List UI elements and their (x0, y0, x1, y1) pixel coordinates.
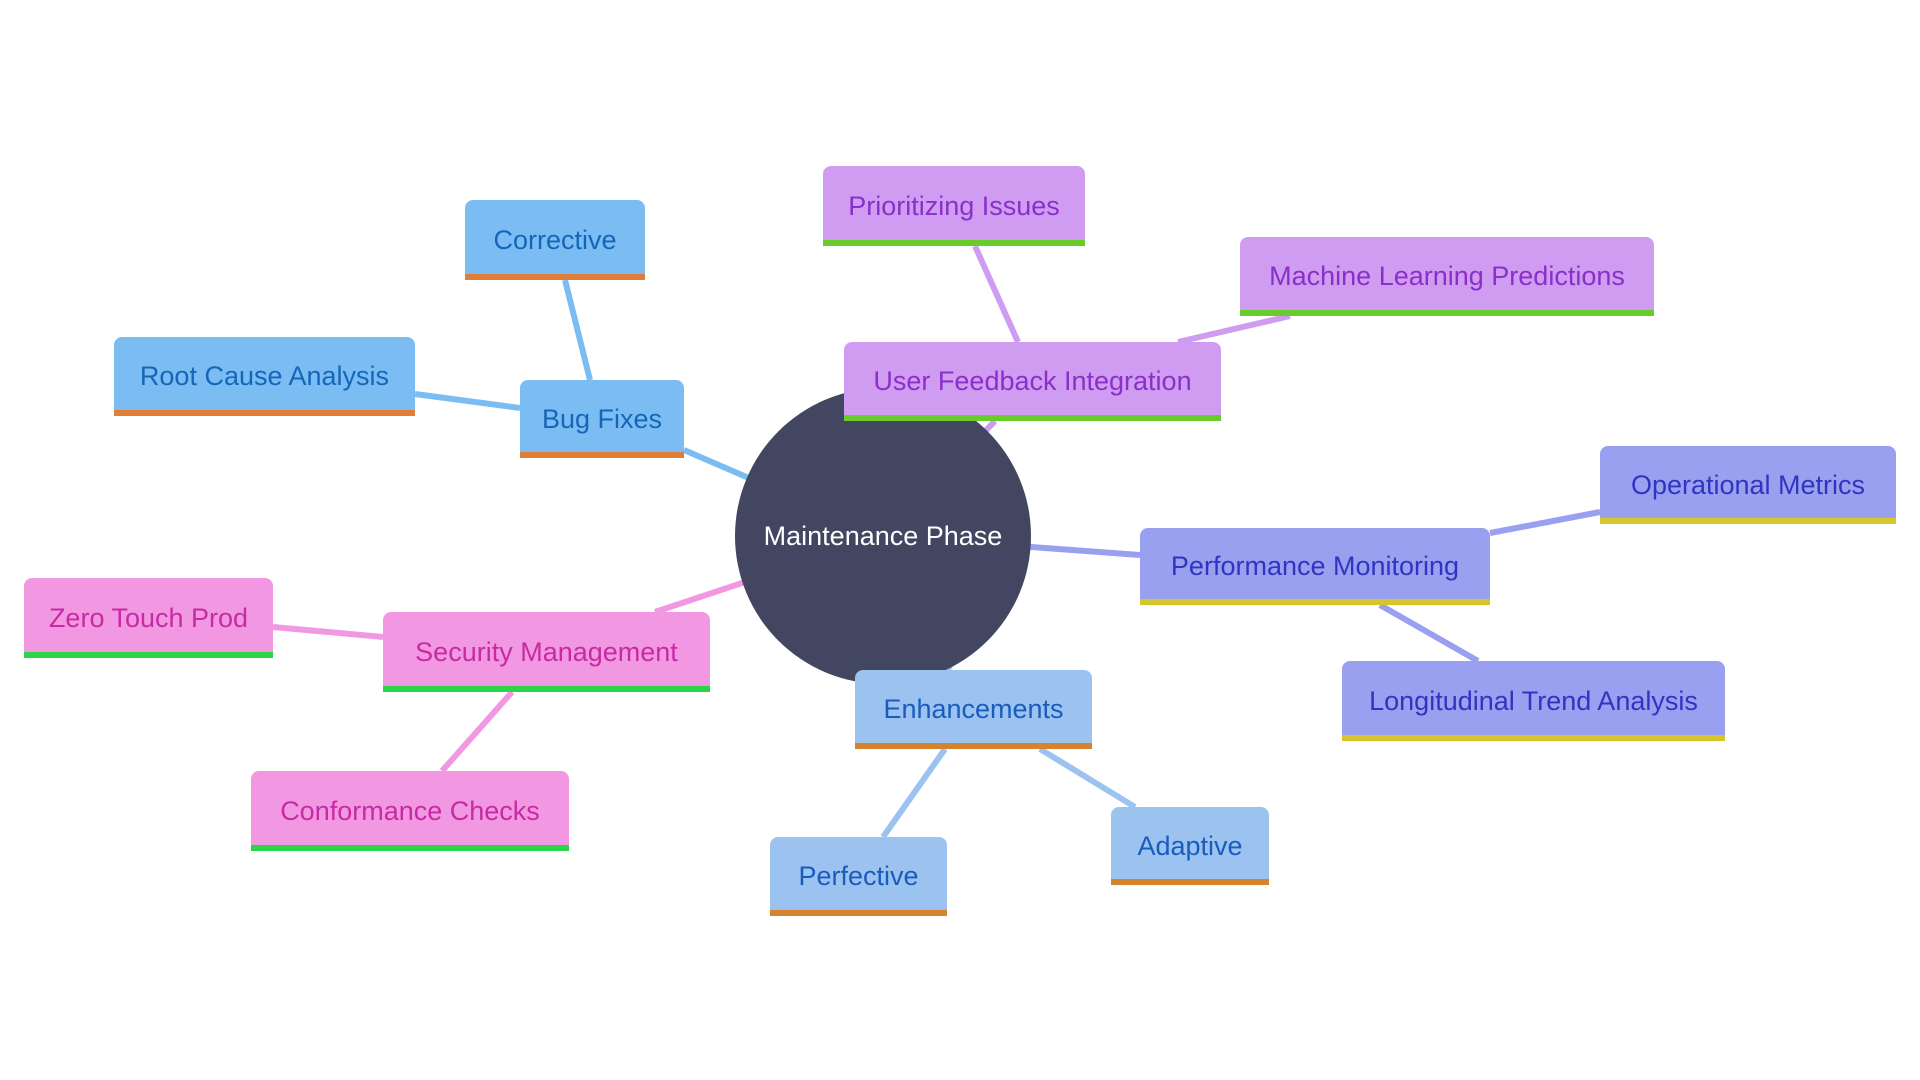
node-root-cause-analysis[interactable]: Root Cause Analysis (114, 337, 415, 416)
node-longitudinal-trend-analysis[interactable]: Longitudinal Trend Analysis (1342, 661, 1725, 741)
edge-enhancements-perfective (880, 747, 948, 839)
node-label: Bug Fixes (541, 403, 663, 434)
edge-bug-fixes-corrective (562, 279, 593, 381)
node-label: Performance Monitoring (1170, 551, 1460, 581)
node-security-management[interactable]: Security Management (383, 612, 710, 692)
edge-performance-operational (1489, 509, 1601, 536)
edge-user-feedback-ml (1177, 313, 1291, 345)
node-label: Machine Learning Predictions (1269, 261, 1625, 291)
node-performance-monitoring[interactable]: Performance Monitoring (1140, 528, 1490, 605)
edge-security-zero-touch (272, 624, 384, 640)
node-user-feedback-integration[interactable]: User Feedback Integration (844, 342, 1221, 421)
node-label: Enhancements (883, 694, 1064, 724)
edge-security-conformance (439, 690, 515, 773)
node-label: Longitudinal Trend Analysis (1369, 685, 1698, 716)
node-label: Zero Touch Prod (48, 602, 249, 633)
edge-bug-fixes-root-cause (414, 391, 521, 411)
node-label: Adaptive (1137, 830, 1243, 861)
node-perfective[interactable]: Perfective (770, 837, 947, 916)
node-label: Prioritizing Issues (848, 190, 1060, 221)
node-operational-metrics[interactable]: Operational Metrics (1600, 446, 1896, 524)
node-label: Operational Metrics (1630, 469, 1866, 500)
edge-enhancements-adaptive (1038, 746, 1137, 810)
edge-performance-longitudinal (1378, 602, 1480, 664)
node-enhancements[interactable]: Enhancements (855, 670, 1092, 749)
node-label: Perfective (798, 861, 919, 891)
node-label: User Feedback Integration (873, 366, 1192, 396)
edge-user-feedback-prioritizing (972, 244, 1021, 344)
node-corrective[interactable]: Corrective (465, 200, 645, 280)
root-node[interactable]: Maintenance Phase (735, 388, 1031, 684)
node-label: Conformance Checks (280, 795, 540, 826)
node-prioritizing-issues[interactable]: Prioritizing Issues (823, 166, 1085, 246)
node-zero-touch-prod[interactable]: Zero Touch Prod (24, 578, 273, 658)
node-label: Security Management (415, 636, 678, 667)
node-label: Corrective (493, 224, 617, 255)
node-bug-fixes[interactable]: Bug Fixes (520, 380, 684, 458)
node-conformance-checks[interactable]: Conformance Checks (251, 771, 569, 851)
node-machine-learning-predictions[interactable]: Machine Learning Predictions (1240, 237, 1654, 316)
root-node-label: Maintenance Phase (763, 520, 1003, 551)
node-adaptive[interactable]: Adaptive (1111, 807, 1269, 885)
node-label: Root Cause Analysis (139, 361, 390, 391)
